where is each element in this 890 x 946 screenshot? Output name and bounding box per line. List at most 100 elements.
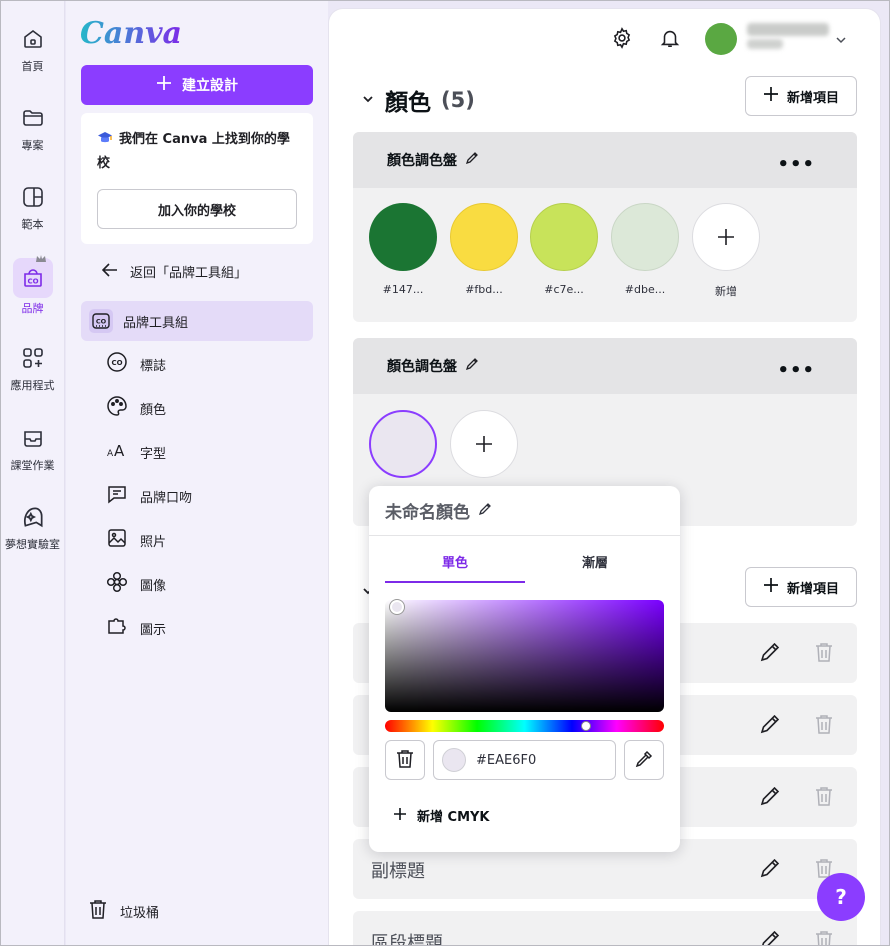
font-row-section-heading[interactable]: 區段標題 [353,911,857,946]
sub-item-logos[interactable]: CO 標誌 [106,352,166,376]
hue-handle[interactable] [581,721,591,731]
tab-solid[interactable]: 單色 [385,552,525,571]
color-swatch[interactable]: #147... [368,203,438,296]
trash-link[interactable]: 垃圾桶 [88,898,159,924]
rail-item-home[interactable]: 首頁 [0,26,65,74]
delete-color-button[interactable] [385,740,425,780]
sub-item-label: 圖示 [140,622,167,638]
left-rail: 首頁 專案 範本 CO 品牌 應用程式 課堂作業 夢想實驗室 [0,0,65,946]
plus-icon [393,807,407,825]
tab-gradient[interactable]: 漸層 [525,552,665,571]
rail-item-projects[interactable]: 專案 [0,105,65,153]
brand-panel: Canva 建立設計 我們在 Canva 上找到你的學校 加入你的學校 返回「品… [66,0,328,946]
svg-text:CO: CO [111,359,122,367]
section-title: 顏色 [385,90,431,116]
folder-icon [20,105,46,131]
saturation-value-picker[interactable] [385,600,664,712]
hue-slider[interactable] [385,720,664,732]
color-swatch[interactable]: #dbe... [610,203,680,296]
back-to-brand-kit-link[interactable]: 返回「品牌工具組」 [101,262,248,281]
sub-item-graphics[interactable]: 圖像 [106,571,166,597]
logo-icon: CO [106,351,128,377]
rail-item-brand[interactable]: CO 品牌 [0,255,65,316]
home-icon [20,26,46,52]
plus-icon [450,410,518,478]
sub-item-brand-voice[interactable]: 品牌口吻 [106,484,192,508]
hex-input-box[interactable] [433,740,616,780]
rail-label: 應用程式 [10,379,55,392]
school-text: 我們在 Canva 上找到你的學校 [97,132,290,171]
add-item-label: 新增項目 [786,90,839,106]
sub-item-colors[interactable]: 顏色 [106,396,166,420]
add-cmyk-button[interactable]: 新增 CMYK [393,806,490,825]
eyedropper-button[interactable] [624,740,664,780]
rail-item-dream-lab[interactable]: 夢想實驗室 [0,504,65,552]
more-options-icon[interactable]: ••• [777,360,815,381]
sub-item-label: 顏色 [140,402,167,418]
back-label: 返回「品牌工具組」 [130,266,248,281]
rail-item-apps[interactable]: 應用程式 [0,345,65,393]
trash-icon [396,749,414,772]
trash-icon[interactable] [815,641,833,667]
bell-icon[interactable] [659,27,681,53]
divider [369,535,680,536]
canva-logo[interactable]: Canva [80,16,182,51]
pencil-icon[interactable] [759,785,781,811]
add-color-button[interactable] [449,410,519,478]
flower-icon [106,571,128,597]
trash-icon[interactable] [815,929,833,946]
rail-item-templates[interactable]: 範本 [0,184,65,232]
sub-item-photos[interactable]: 照片 [106,528,166,552]
sub-item-label: 品牌口吻 [140,490,193,506]
join-school-button[interactable]: 加入你的學校 [97,189,297,229]
trash-icon[interactable] [815,785,833,811]
rail-label: 首頁 [21,60,44,73]
pencil-icon[interactable] [465,357,479,375]
template-icon [20,184,46,210]
chevron-down-icon[interactable] [361,91,375,110]
account-name-blurred [747,23,829,36]
saturation-handle[interactable] [390,600,404,614]
sub-item-fonts[interactable]: AA 字型 [106,440,166,464]
hex-input[interactable] [476,752,596,768]
add-item-button[interactable]: 新增項目 [745,567,857,607]
brand-kit-item[interactable]: CO 品牌工具組 [81,301,313,341]
add-color-button[interactable]: 新增 [691,203,761,299]
sub-item-label: 字型 [140,446,167,462]
rail-item-classwork[interactable]: 課堂作業 [0,425,65,473]
avatar[interactable] [705,23,737,55]
pencil-icon[interactable] [465,151,479,169]
svg-text:CO: CO [96,318,107,326]
rail-label: 範本 [21,218,44,231]
puzzle-icon [106,615,128,641]
color-picker-popover: 未命名顏色 單色 漸層 新增 CMYK [369,486,680,852]
more-options-icon[interactable]: ••• [777,154,815,175]
color-swatch[interactable]: #c7e... [529,203,599,296]
plus-icon [156,75,172,95]
pencil-icon[interactable] [759,857,781,883]
help-button[interactable]: ? [817,873,865,921]
plus-icon [763,577,779,597]
pencil-icon[interactable] [759,641,781,667]
sub-item-label: 標誌 [140,358,167,374]
pencil-icon[interactable] [478,501,492,521]
color-name-title[interactable]: 未命名顏色 [385,498,492,523]
trash-icon[interactable] [815,713,833,739]
pencil-icon[interactable] [759,929,781,946]
pencil-icon[interactable] [759,713,781,739]
section-count: (5) [441,88,475,112]
graduation-cap-icon [97,131,113,153]
chevron-down-icon[interactable] [835,31,847,50]
rail-label: 專案 [21,139,44,152]
sub-item-icons[interactable]: 圖示 [106,616,166,640]
rail-label: 品牌 [21,302,44,315]
create-design-button[interactable]: 建立設計 [81,65,313,105]
add-item-button[interactable]: 新增項目 [745,76,857,116]
colors-section-header: 顏色 (5) [361,83,475,117]
rail-label: 課堂作業 [10,459,55,472]
palette-header: 顏色調色盤 ••• [353,338,857,394]
color-swatch-selected[interactable] [368,410,438,478]
palette-title: 顏色調色盤 [387,359,457,375]
color-swatch[interactable]: #fbd... [449,203,519,296]
gear-icon[interactable] [611,27,633,53]
